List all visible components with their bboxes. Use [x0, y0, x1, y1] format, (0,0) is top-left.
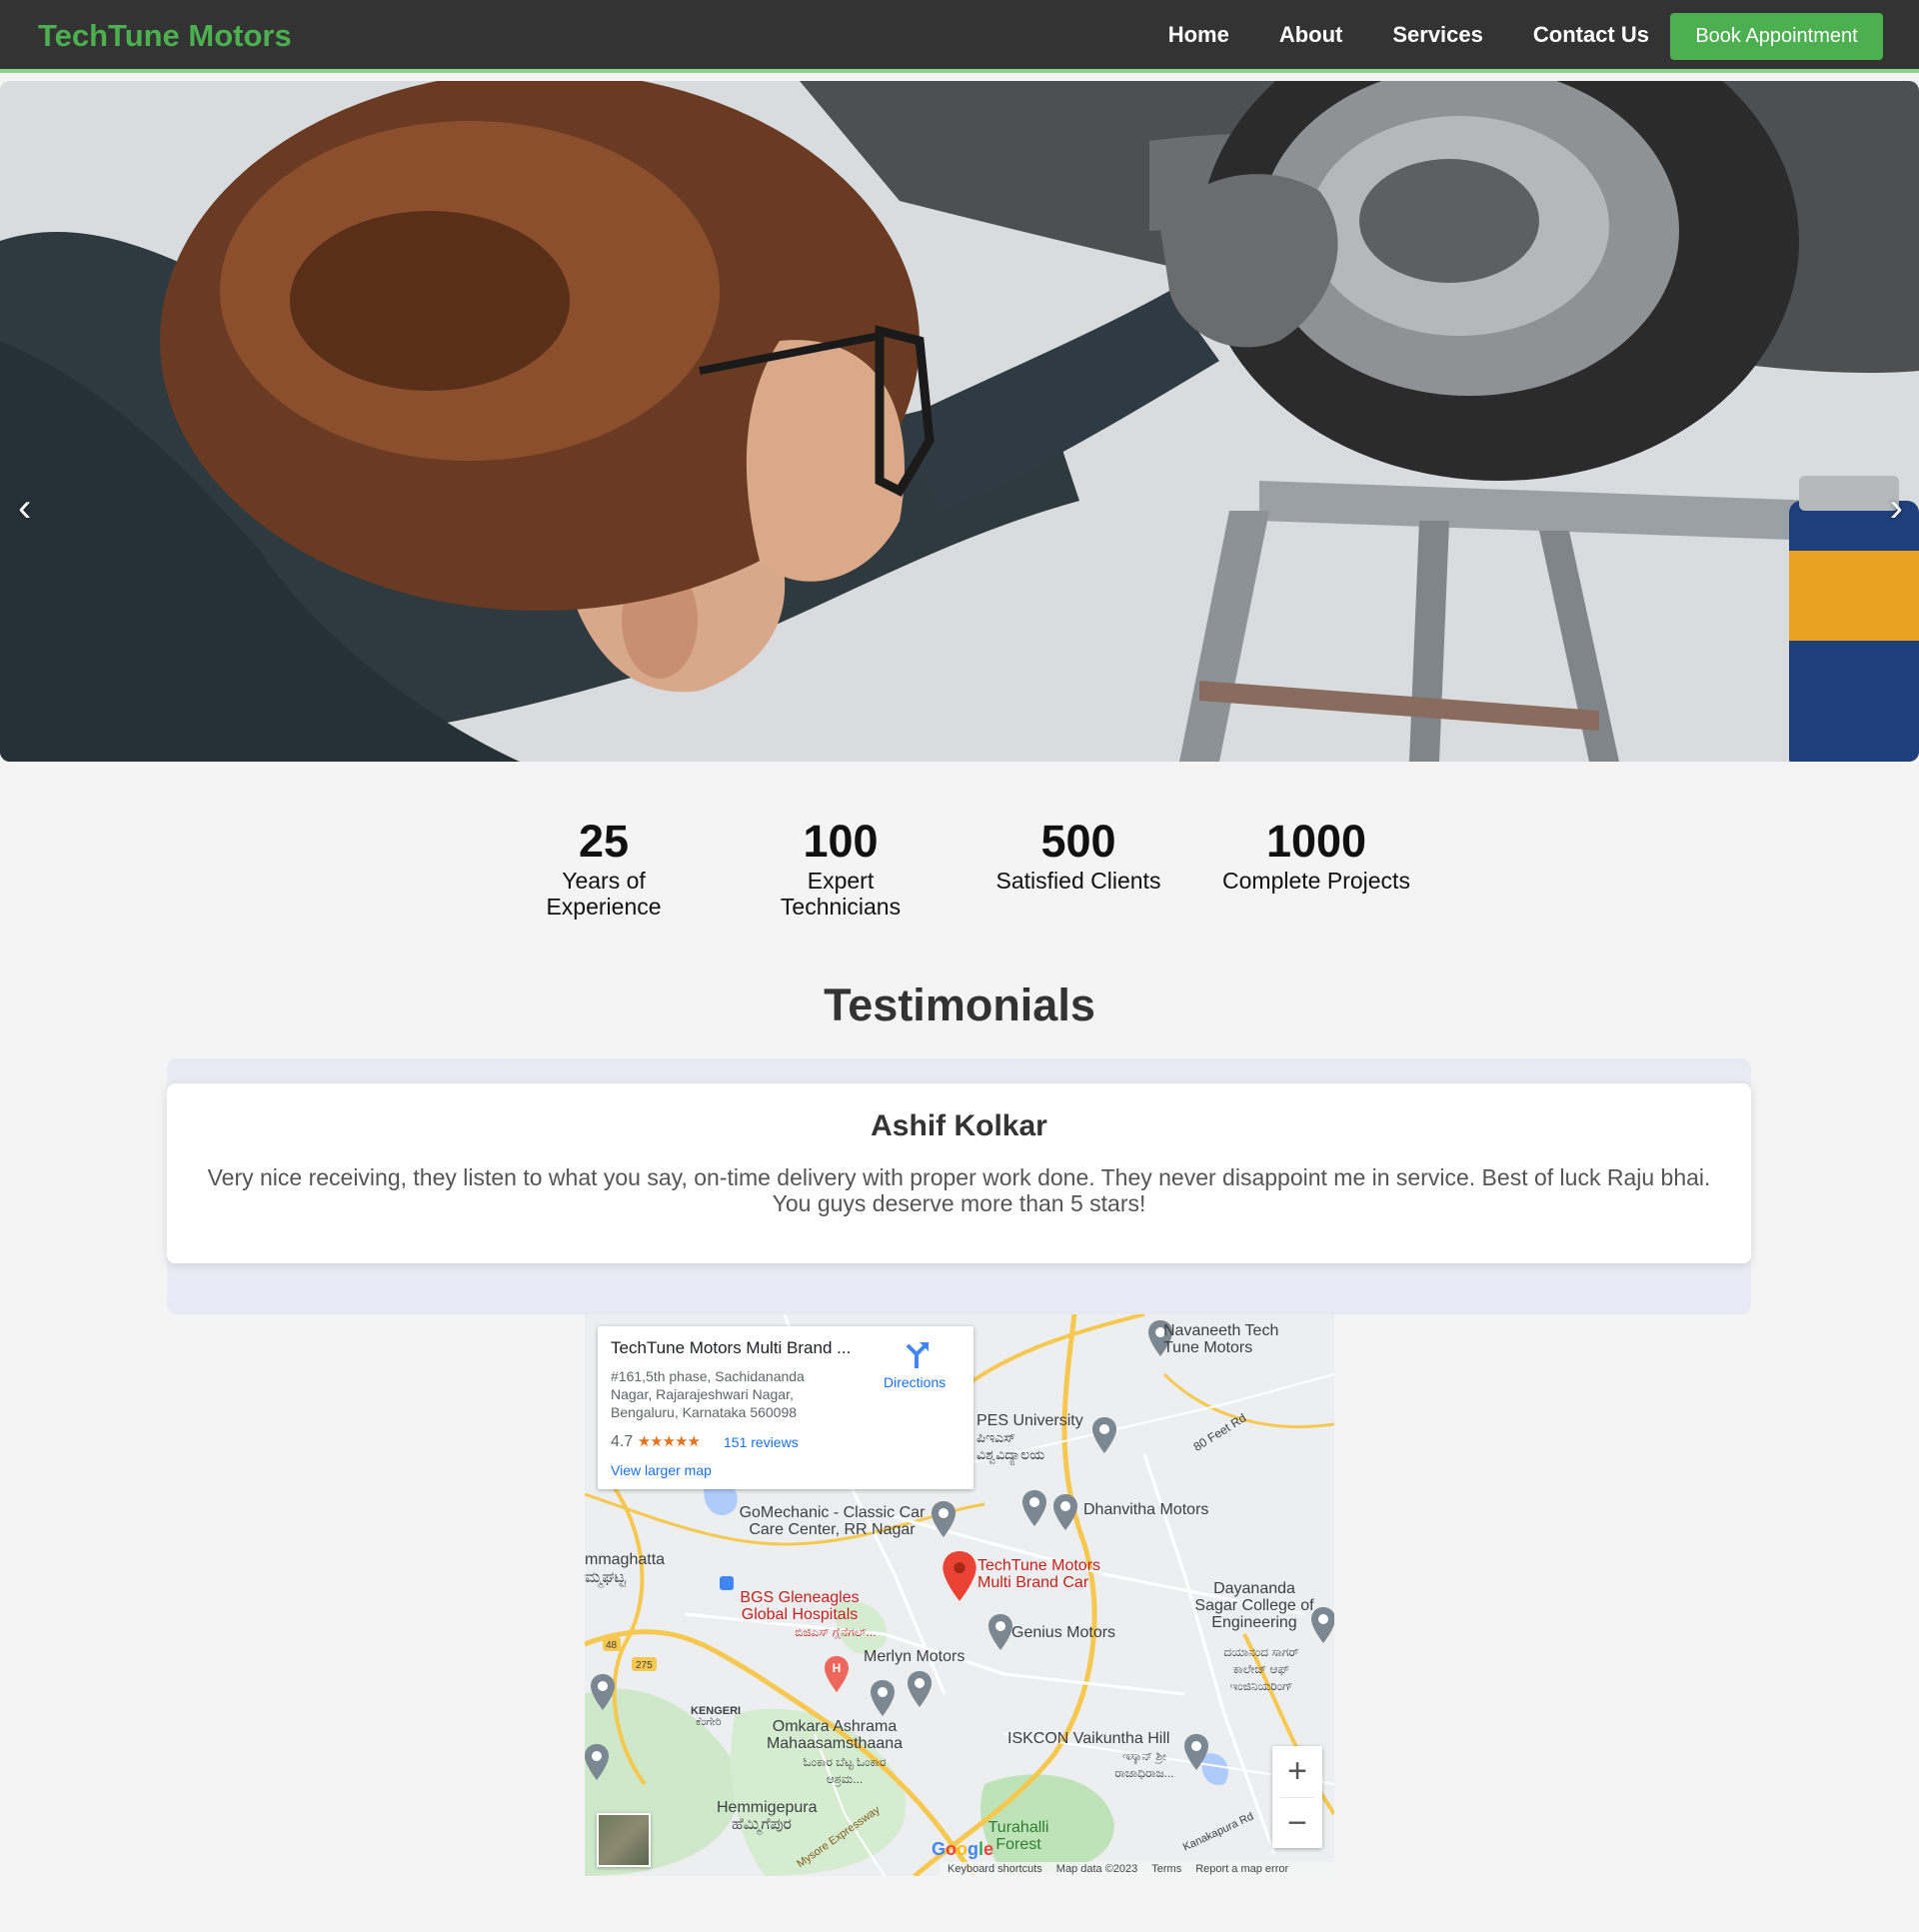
map-label-pes: PES University — [976, 1412, 1083, 1429]
stat-number: 500 — [1040, 816, 1116, 867]
directions-icon[interactable] — [904, 1340, 930, 1368]
stat-experience: 25 Years of Experience — [494, 816, 714, 920]
map-label-merlyn: Merlyn Motors — [864, 1648, 965, 1665]
map-label-iskcon-kn: ಇಸ್ಕಾನ್ ಶ್ರೀ ರಾಜಾಧಿರಾಜ... — [1114, 1749, 1174, 1780]
map-label-omkara-kn: ಓಂಕಾರ ಬೆಟ್ಟ ಓಂಕಾರ ಆಶ್ರಮ... — [803, 1755, 887, 1786]
stat-label: Complete Projects — [1222, 868, 1410, 894]
school-pin-icon[interactable] — [1022, 1490, 1046, 1526]
location-marker-icon[interactable] — [943, 1551, 976, 1601]
keyboard-shortcuts-link[interactable]: Keyboard shortcuts — [948, 1863, 1042, 1875]
google-logo: Google — [932, 1839, 994, 1859]
map-info-card: TechTune Motors Multi Brand ... #161,5th… — [598, 1326, 973, 1489]
svg-text:H: H — [833, 1661, 842, 1675]
map-label-bgs-kn: ಬಿಜಿಎಸ್ ಗ್ಲೆನೆಗಲ್... — [795, 1625, 877, 1639]
nav-links: Home About Services Contact Us — [1168, 22, 1649, 48]
map-label-techtune: TechTune Motors Multi Brand Car — [977, 1557, 1101, 1591]
testimonial-card: Ashif Kolkar Very nice receiving, they l… — [167, 1083, 1751, 1263]
map-label-rd275: 275 — [636, 1660, 653, 1671]
testimonials-slider: Ashif Kolkar Very nice receiving, they l… — [167, 1058, 1751, 1314]
place-pin-icon[interactable] — [591, 1674, 615, 1710]
place-pin-icon[interactable] — [988, 1614, 1012, 1650]
place-pin-icon[interactable] — [1053, 1494, 1077, 1530]
terms-link[interactable]: Terms — [1151, 1863, 1181, 1875]
map-label-gomechanic: GoMechanic - Classic Car Care Center, RR… — [739, 1504, 926, 1538]
map-label-pes-kn: ಪಿಇಎಸ್ ವಿಶ್ವವಿದ್ಯಾಲಯ — [976, 1429, 1045, 1462]
testimonials-title: Testimonials — [824, 979, 1095, 1030]
testimonial-author: Ashif Kolkar — [871, 1109, 1047, 1142]
star-rating-icon: ★★★★★ — [637, 1433, 701, 1450]
map-label-rd48: 48 — [606, 1640, 618, 1651]
school-pin-icon[interactable] — [1092, 1417, 1116, 1453]
stat-number: 25 — [578, 816, 630, 867]
map-label-omkara: Omkara Ashrama Mahaasamsthaana — [766, 1718, 904, 1752]
book-appointment-button[interactable]: Book Appointment — [1670, 13, 1883, 60]
embedded-map[interactable]: H Navaneeth Tech Tune Motors PES Univers… — [585, 1314, 1334, 1876]
place-pin-icon[interactable] — [908, 1671, 932, 1707]
place-address: #161,5th phase, Sachidananda Nagar, Raja… — [611, 1368, 805, 1420]
carousel-prev-arrow[interactable]: ‹ — [18, 486, 31, 531]
place-rating: 4.7 ★★★★★ — [611, 1432, 701, 1451]
stat-number: 1000 — [1265, 816, 1367, 867]
nav-contact[interactable]: Contact Us — [1533, 22, 1649, 48]
stat-number: 100 — [803, 816, 879, 867]
school-pin-icon[interactable] — [585, 1744, 609, 1780]
directions-link[interactable]: Directions — [884, 1374, 946, 1390]
stat-label: Satisfied Clients — [995, 868, 1161, 894]
map-label-dayananda: Dayananda Sagar College of Engineering — [1194, 1580, 1314, 1631]
carousel-next-arrow[interactable]: › — [1890, 486, 1903, 531]
report-error-link[interactable]: Report a map error — [1195, 1863, 1288, 1875]
brand-logo[interactable]: TechTune Motors — [38, 18, 292, 54]
nav-home[interactable]: Home — [1168, 22, 1229, 48]
map-label-ummaghatta: mmaghatta — [585, 1551, 666, 1568]
map-label-genius: Genius Motors — [1011, 1624, 1116, 1641]
map-label-iskcon: ISKCON Vaikuntha Hill — [1007, 1730, 1170, 1747]
map-label-hemmigepura-kn: ಹೆಮ್ಮಿಗೆಪುರ — [732, 1816, 792, 1833]
reviews-link[interactable]: 151 reviews — [724, 1434, 799, 1450]
satellite-toggle-thumbnail[interactable] — [597, 1813, 651, 1867]
map-footer: Keyboard shortcuts Map data ©2023 Terms … — [940, 1862, 1334, 1876]
stat-technicians: 100 Expert Technicians — [731, 816, 951, 920]
stat-projects: 1000 Complete Projects — [1206, 816, 1426, 894]
zoom-controls: + − — [1272, 1746, 1322, 1848]
stat-label: Expert Technicians — [780, 868, 902, 920]
map-label-dhanvitha: Dhanvitha Motors — [1083, 1501, 1209, 1518]
hero-carousel: ‹ › — [0, 81, 1919, 762]
stat-clients: 500 Satisfied Clients — [968, 816, 1188, 894]
map-label-navaneeth: Navaneeth Tech Tune Motors — [1163, 1322, 1279, 1356]
zoom-in-button[interactable]: + — [1272, 1746, 1322, 1796]
map-label-dayananda-kn: ದಯಾನಂದ ಸಾಗರ್ ಕಾಲೇಜ್ ಆಫ್ ಇಂಜಿನಿಯರಿಂಗ್ — [1223, 1645, 1299, 1693]
navbar: TechTune Motors Home About Services Cont… — [0, 0, 1919, 73]
map-label-ummaghatta-kn: ಮ್ಮಘಟ್ಟ — [585, 1569, 627, 1586]
map-label-bgs: BGS Gleneagles Global Hospitals — [740, 1589, 860, 1623]
map-label-kengeri-kn: ಕೆಂಗೇರಿ — [696, 1716, 722, 1728]
hospital-pin-icon[interactable]: H — [825, 1656, 849, 1692]
map-data-credit: Map data ©2023 — [1055, 1863, 1138, 1875]
place-pin-icon[interactable] — [871, 1680, 895, 1716]
testimonial-text: Very nice receiving, they listen to what… — [207, 1164, 1711, 1216]
rating-value: 4.7 — [611, 1433, 634, 1450]
nav-about[interactable]: About — [1279, 22, 1343, 48]
stat-label: Years of Experience — [546, 868, 662, 920]
place-title: TechTune Motors Multi Brand ... — [611, 1338, 852, 1357]
zoom-out-button[interactable]: − — [1272, 1798, 1322, 1848]
view-larger-map-link[interactable]: View larger map — [611, 1462, 712, 1478]
nav-services[interactable]: Services — [1392, 22, 1483, 48]
hero-image — [0, 81, 1919, 762]
school-pin-icon[interactable] — [1311, 1607, 1334, 1643]
map-label-hemmigepura: Hemmigepura — [717, 1799, 818, 1816]
